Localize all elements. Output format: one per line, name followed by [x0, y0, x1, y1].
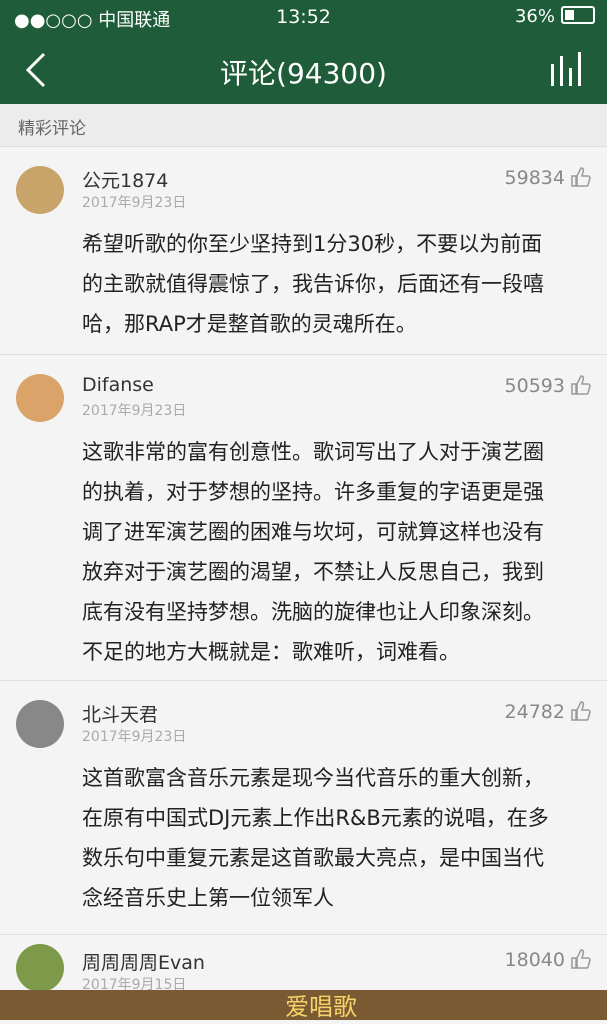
avatar[interactable] [16, 700, 64, 748]
comment-date: 2017年9月23日 [82, 729, 187, 745]
comment-line: 数乐句中重复元素是这首歌最大亮点，是中国当代 [82, 846, 544, 870]
thumbs-up-icon[interactable] [569, 700, 591, 722]
app-header: ●●○○○ 中国联通 13:52 36% 评论(94300) [0, 0, 607, 104]
comment-text: 这首歌富含音乐元素是现今当代音乐的重大创新， 在原有中国式DJ元素上作出R&B元… [82, 758, 592, 918]
comment-item: 公元1874 2017年9月23日 59834 希望听歌的你至少坚持到1分30秒… [0, 146, 607, 355]
comment-line: 调了进军演艺圈的困难与坎坷，可就算这样也没有 [82, 520, 544, 544]
battery-percent: 36% [514, 6, 555, 27]
comment-line: 的执着，对于梦想的坚持。许多重复的字语更是强 [82, 480, 544, 504]
thumbs-up-icon[interactable] [569, 948, 591, 970]
comment-line: 放弃对于演艺圈的渴望，不禁让人反思自己，我到 [82, 560, 544, 584]
comment-line: 希望听歌的你至少坚持到1分30秒，不要以为前面 [82, 232, 543, 256]
like-count[interactable]: 18040 [505, 948, 591, 971]
comment-line: 这歌非常的富有创意性。歌词写出了人对于演艺圈 [82, 440, 544, 464]
thumbs-up-icon[interactable] [569, 166, 591, 188]
comment-line: 哈，那RAP才是整首歌的灵魂所在。 [82, 312, 417, 336]
watermark: 爱唱歌 [285, 993, 357, 1021]
battery-status: 36% [515, 6, 595, 27]
like-number: 18040 [504, 949, 565, 971]
page-title: 评论(94300) [220, 57, 387, 90]
comment-line: 的主歌就值得震惊了，我告诉你，后面还有一段嘻 [82, 272, 544, 296]
like-number: 59834 [504, 167, 565, 189]
section-title: 精彩评论 [18, 119, 86, 139]
avatar[interactable] [16, 166, 64, 214]
comment-line: 不足的地方大概就是：歌难听，词难看。 [82, 640, 460, 664]
comment-text: 希望听歌的你至少坚持到1分30秒，不要以为前面 的主歌就值得震惊了，我告诉你，后… [82, 224, 592, 344]
like-number: 24782 [504, 701, 565, 723]
equalizer-icon[interactable] [549, 50, 585, 86]
like-count[interactable]: 59834 [505, 166, 591, 189]
like-count[interactable]: 24782 [505, 700, 591, 723]
comment-author[interactable]: 北斗天君 [82, 700, 158, 727]
comment-line: 底有没有坚持梦想。洗脑的旋律也让人印象深刻。 [82, 600, 544, 624]
like-number: 50593 [504, 375, 565, 397]
comment-item: Difanse 2017年9月23日 50593 这歌非常的富有创意性。歌词写出… [0, 354, 607, 681]
comment-line: 念经音乐史上第一位领军人 [82, 886, 334, 910]
comment-author[interactable]: Difanse [82, 374, 154, 396]
comment-text: 这歌非常的富有创意性。歌词写出了人对于演艺圈 的执着，对于梦想的坚持。许多重复的… [82, 432, 592, 672]
thumbs-up-icon[interactable] [569, 374, 591, 396]
section-header: 精彩评论 [0, 104, 607, 147]
comment-item: 北斗天君 2017年9月23日 24782 这首歌富含音乐元素是现今当代音乐的重… [0, 680, 607, 935]
nav-bar: 评论(94300) [0, 40, 607, 100]
comment-date: 2017年9月23日 [82, 403, 187, 419]
like-count[interactable]: 50593 [505, 374, 591, 397]
status-bar: ●●○○○ 中国联通 13:52 36% [0, 0, 607, 34]
battery-icon [561, 6, 595, 24]
comment-line: 在原有中国式DJ元素上作出R&B元素的说唱，在多 [82, 806, 549, 830]
comment-author[interactable]: 公元1874 [82, 166, 168, 193]
comment-date: 2017年9月23日 [82, 195, 187, 211]
comment-author[interactable]: 周周周周Evan [82, 948, 205, 975]
avatar[interactable] [16, 944, 64, 992]
comment-line: 这首歌富含音乐元素是现今当代音乐的重大创新， [82, 766, 544, 790]
avatar[interactable] [16, 374, 64, 422]
